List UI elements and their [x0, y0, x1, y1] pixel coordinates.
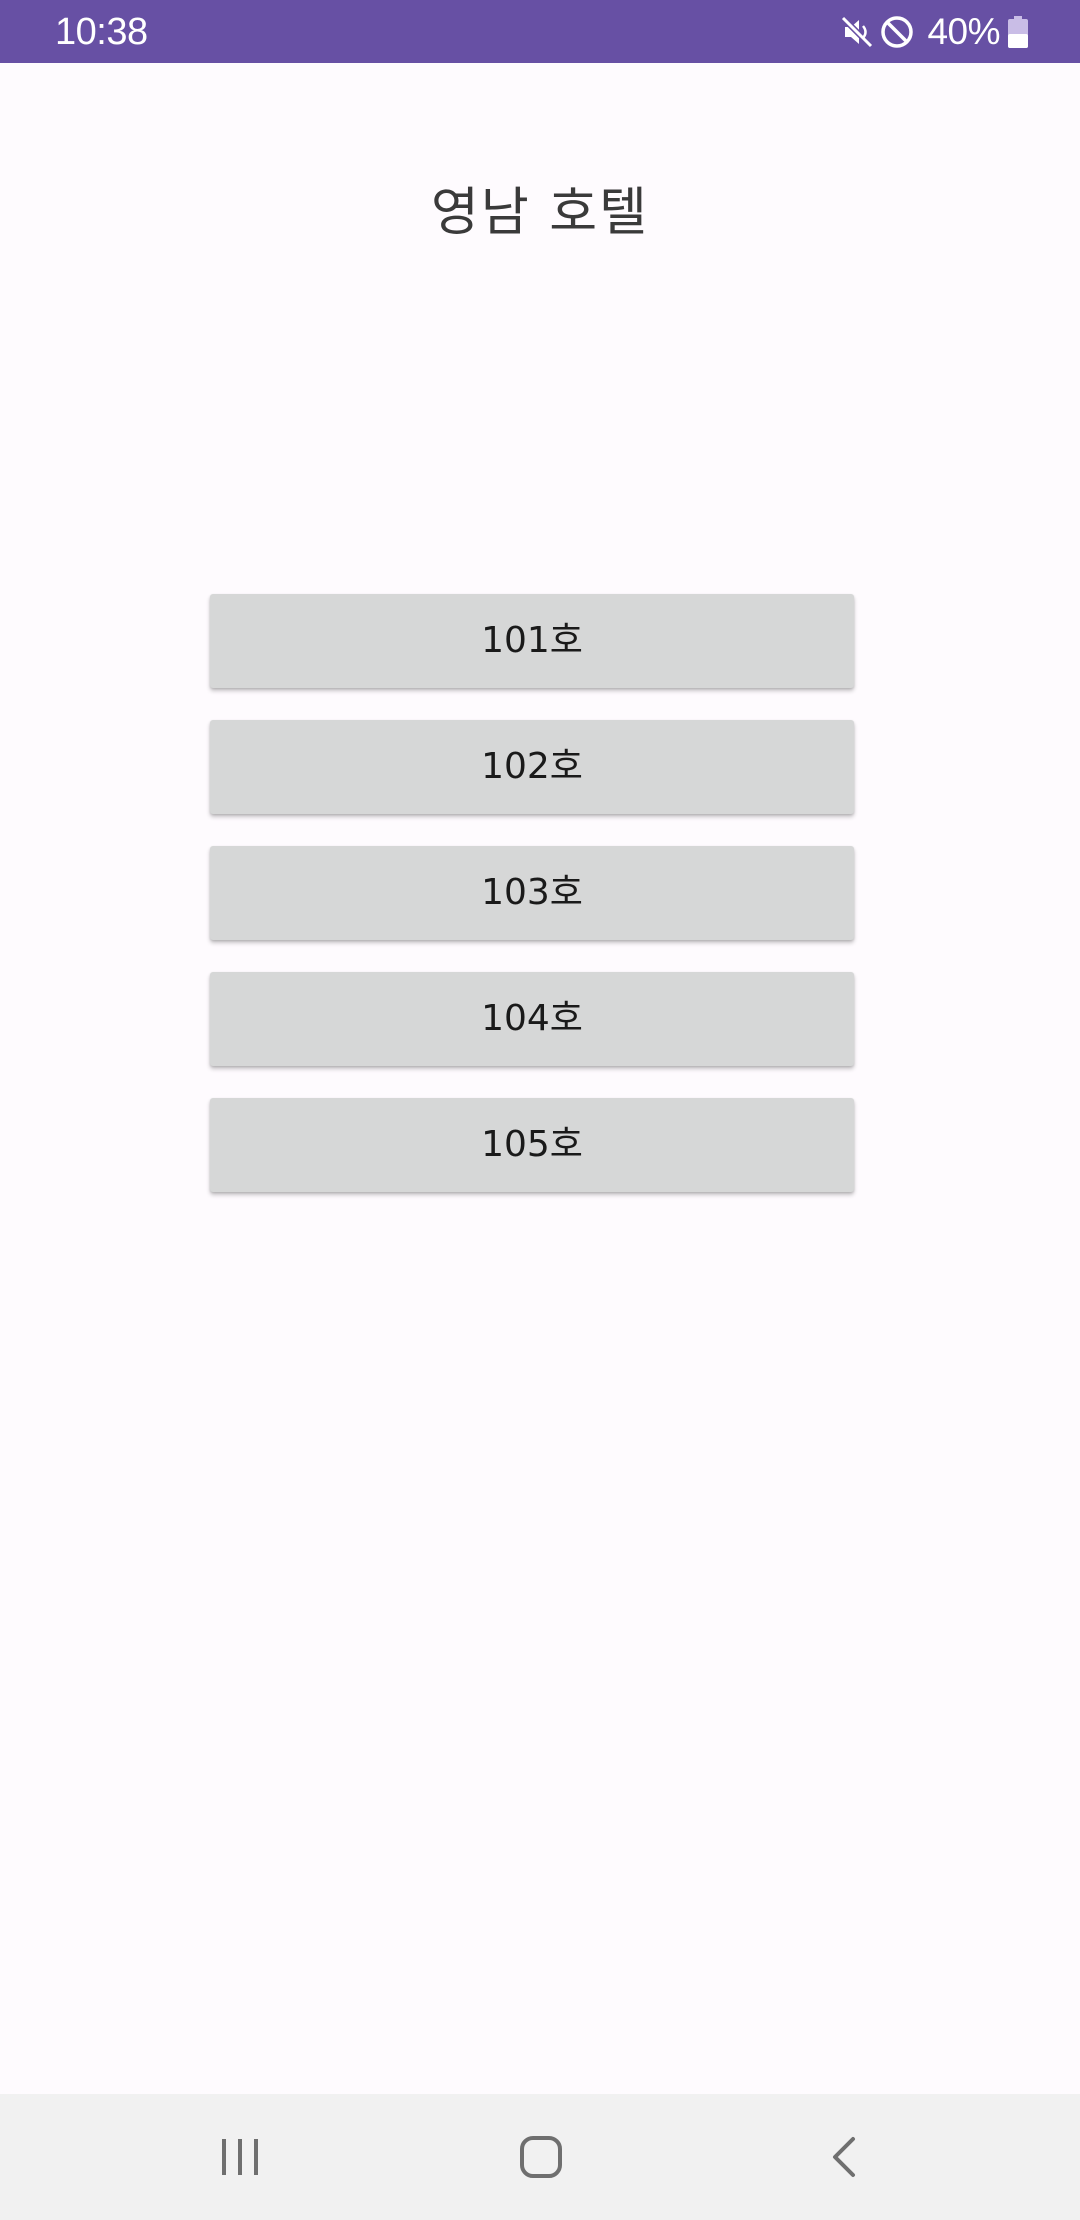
navigation-bar	[0, 2094, 1080, 2220]
room-102-button[interactable]: 102호	[210, 720, 854, 814]
room-101-button[interactable]: 101호	[210, 594, 854, 688]
status-icons: 40%	[839, 8, 1028, 56]
page-title: 영남 호텔	[431, 183, 649, 243]
back-icon[interactable]	[805, 2117, 885, 2197]
battery-icon	[1008, 16, 1028, 48]
room-103-button[interactable]: 103호	[210, 846, 854, 940]
battery-percentage: 40%	[927, 11, 1000, 52]
status-time: 10:38	[55, 11, 148, 53]
room-105-button[interactable]: 105호	[210, 1098, 854, 1192]
recent-apps-icon[interactable]	[200, 2117, 280, 2197]
home-icon[interactable]	[501, 2117, 581, 2197]
mute-icon	[839, 14, 875, 50]
do-not-disturb-icon	[879, 14, 915, 50]
room-104-button[interactable]: 104호	[210, 972, 854, 1066]
status-bar: 10:38 40%	[0, 0, 1080, 63]
